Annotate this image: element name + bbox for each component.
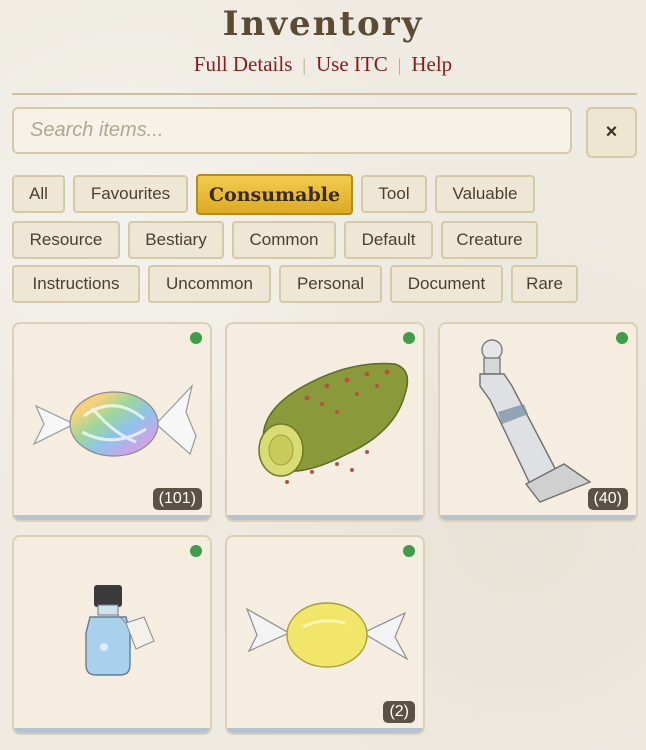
- filter-all[interactable]: All: [12, 175, 65, 213]
- filter-resource[interactable]: Resource: [12, 221, 120, 259]
- header-divider: [12, 93, 637, 95]
- filter-row: Resource Bestiary Common Default Creatur…: [12, 221, 642, 259]
- card-footer-bar: [227, 515, 423, 520]
- filter-default[interactable]: Default: [344, 221, 433, 259]
- filter-rare[interactable]: Rare: [511, 265, 578, 303]
- link-separator: |: [397, 55, 402, 75]
- status-dot: [403, 545, 415, 557]
- filter-uncommon[interactable]: Uncommon: [148, 265, 271, 303]
- item-count-badge: (101): [152, 488, 202, 510]
- card-footer-bar: [227, 728, 423, 733]
- help-link[interactable]: Help: [411, 52, 452, 76]
- item-card[interactable]: [12, 535, 212, 735]
- item-card[interactable]: (40): [438, 322, 638, 522]
- pickle-icon: [258, 362, 409, 484]
- item-card[interactable]: [225, 322, 425, 522]
- filter-row: Instructions Uncommon Personal Document …: [12, 265, 642, 303]
- filter-document[interactable]: Document: [390, 265, 503, 303]
- card-footer-bar: [14, 728, 210, 733]
- link-separator: |: [302, 55, 306, 75]
- item-count-badge: (2): [383, 701, 415, 723]
- status-dot: [403, 332, 415, 344]
- filter-row: All Favourites Consumable Tool Valuable: [12, 174, 642, 215]
- status-dot: [190, 545, 202, 557]
- page-title: Inventory: [222, 4, 424, 44]
- search-input[interactable]: [14, 109, 570, 152]
- filter-instructions[interactable]: Instructions: [12, 265, 140, 303]
- full-details-link[interactable]: Full Details: [194, 52, 293, 76]
- status-dot: [616, 332, 628, 344]
- item-card[interactable]: (2): [225, 535, 425, 735]
- clear-search-button[interactable]: ×: [586, 107, 637, 158]
- filter-bar: All Favourites Consumable Tool Valuable …: [12, 174, 642, 309]
- filter-favourites[interactable]: Favourites: [73, 175, 188, 213]
- header-links: Full Details | Use ITC | Help: [0, 52, 646, 77]
- potion-bottle-icon: [85, 585, 155, 676]
- filter-tool[interactable]: Tool: [361, 175, 427, 213]
- filter-consumable[interactable]: Consumable: [196, 174, 353, 215]
- filter-valuable[interactable]: Valuable: [435, 175, 535, 213]
- item-count-badge: (40): [587, 488, 628, 510]
- filter-common[interactable]: Common: [232, 221, 336, 259]
- search-box: [12, 107, 572, 154]
- filter-personal[interactable]: Personal: [279, 265, 382, 303]
- item-card[interactable]: (101): [12, 322, 212, 522]
- use-itc-link[interactable]: Use ITC: [316, 52, 388, 76]
- card-footer-bar: [14, 515, 210, 520]
- filter-creature[interactable]: Creature: [441, 221, 538, 259]
- filter-bestiary[interactable]: Bestiary: [128, 221, 224, 259]
- card-footer-bar: [440, 515, 636, 520]
- status-dot: [190, 332, 202, 344]
